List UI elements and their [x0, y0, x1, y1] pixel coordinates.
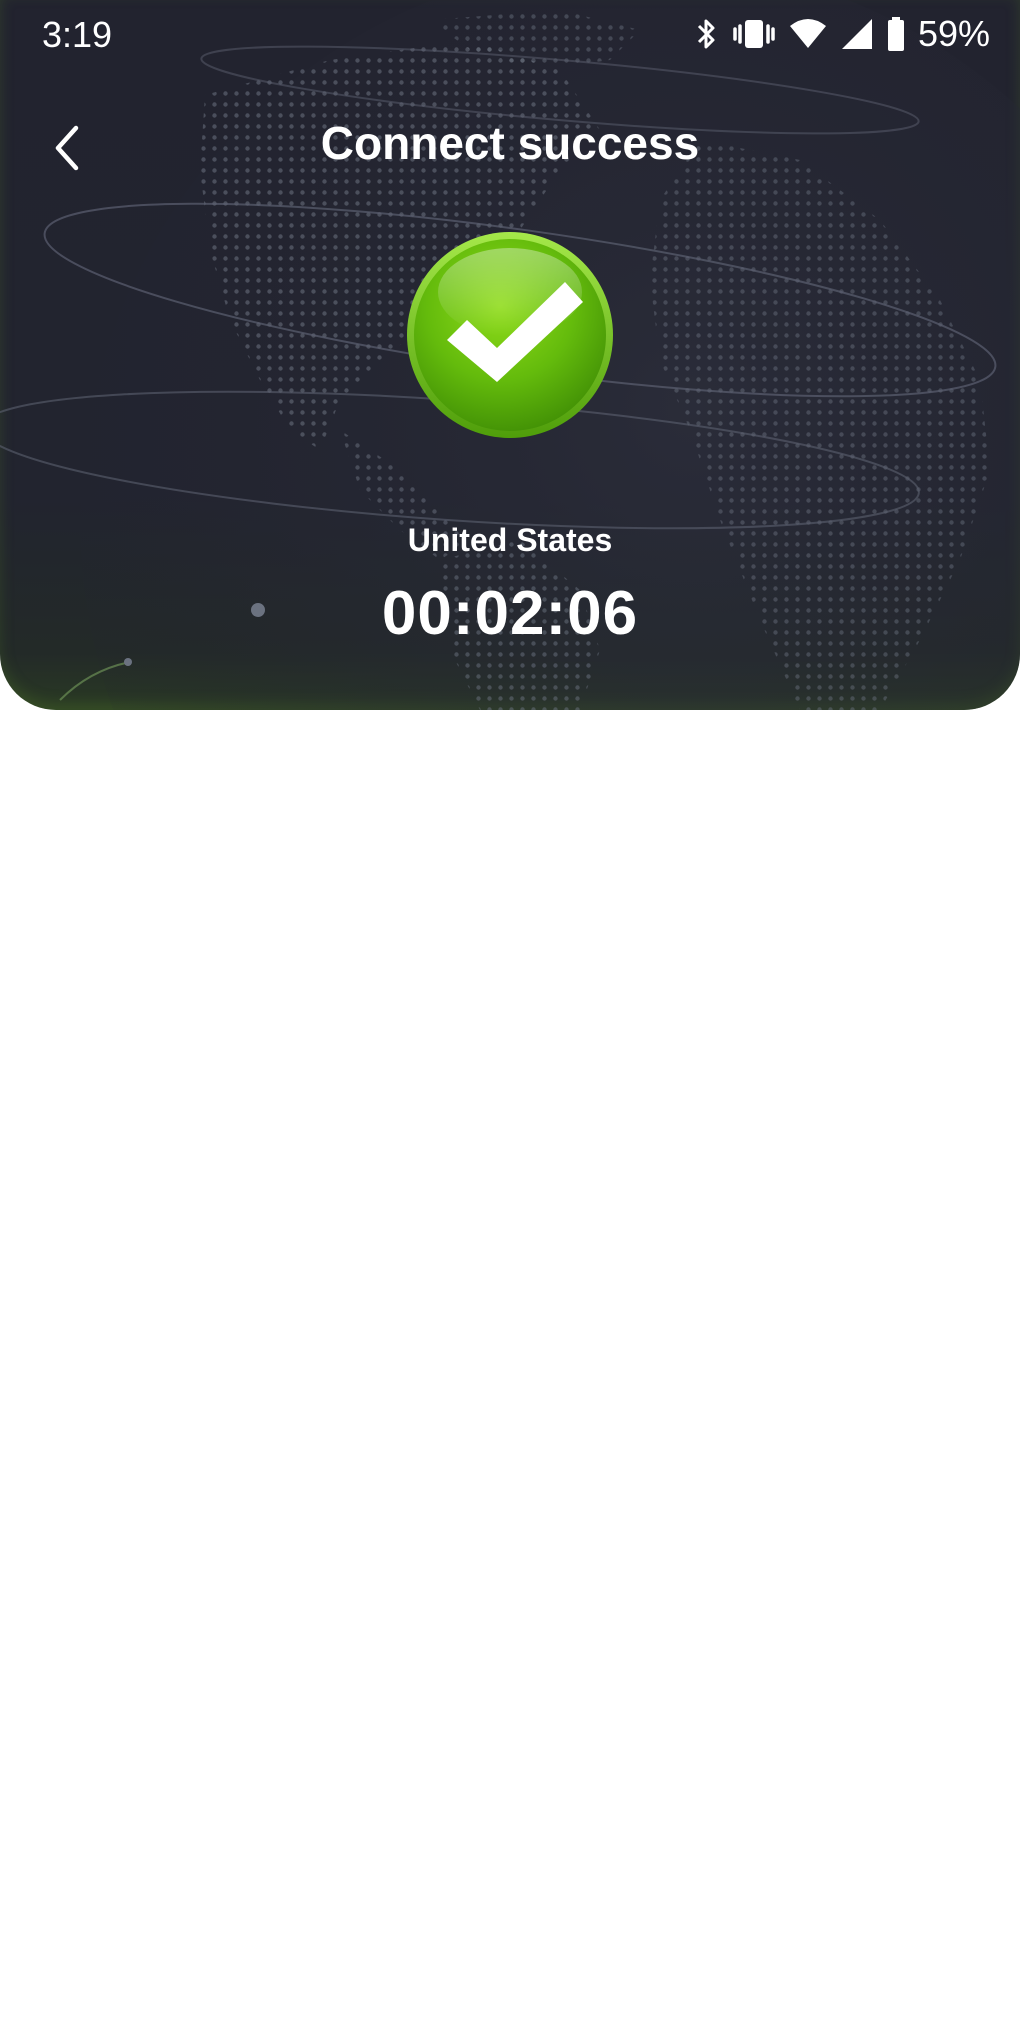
battery-percent: 59%: [917, 13, 990, 54]
page-title: Connect success: [320, 117, 700, 169]
battery-icon: [887, 17, 904, 51]
vibrate-icon: [733, 20, 775, 48]
server-location: United States: [407, 522, 613, 558]
wifi-icon: [789, 19, 826, 48]
connection-hero-panel: 3:19 59% Connect success United States 0…: [0, 0, 1020, 710]
status-time: 3:19: [42, 14, 113, 55]
cell-signal-icon: [841, 19, 872, 49]
success-badge: [407, 232, 613, 438]
connection-timer: 00:02:06: [381, 579, 639, 648]
status-icons: 59%: [694, 12, 990, 56]
bluetooth-icon: [697, 19, 715, 49]
status-bar: 3:19 59%: [0, 0, 1020, 70]
